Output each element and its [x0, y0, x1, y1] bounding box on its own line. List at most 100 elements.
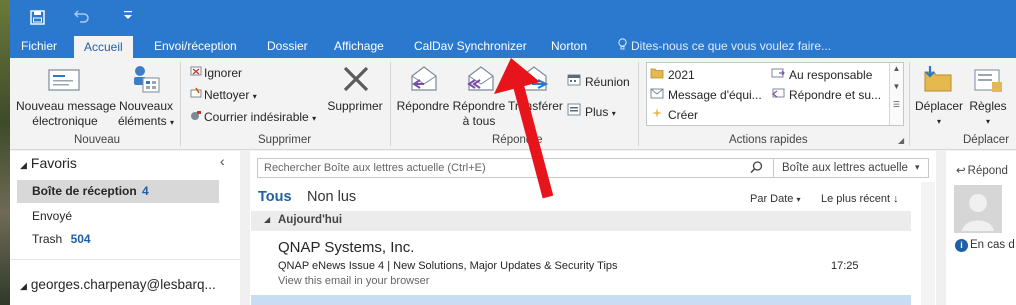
save-icon[interactable]: [30, 10, 45, 27]
quick-step-create-label: Créer: [668, 108, 699, 122]
search-icon[interactable]: [750, 161, 763, 177]
move-button[interactable]: Déplacer ▾: [914, 99, 964, 129]
filter-unread[interactable]: Non lus: [307, 189, 356, 205]
search-scope-dropdown[interactable]: Boîte aux lettres actuelle: [782, 162, 908, 174]
tab-dossier[interactable]: Dossier: [267, 38, 308, 58]
new-email-icon: [47, 66, 81, 97]
account-header[interactable]: ◢ georges.charpenay@lesbarq...: [20, 277, 216, 292]
email-time: 17:25: [831, 260, 859, 272]
title-bar: [10, 0, 1016, 34]
search-box[interactable]: Rechercher Boîte aux lettres actuelle (C…: [257, 158, 929, 178]
account-label: georges.charpenay@lesbarq...: [30, 277, 216, 292]
folder-sent[interactable]: Envoyé: [32, 209, 72, 223]
reading-reply-label: Répond: [967, 165, 1008, 177]
dialog-launcher-icon[interactable]: ◢: [898, 136, 904, 145]
group-header-today[interactable]: ◢ Aujourd'hui: [251, 211, 911, 231]
delete-icon: [341, 64, 371, 97]
collapse-caret-icon: ◢: [20, 160, 27, 170]
undo-icon[interactable]: [73, 9, 90, 25]
quick-step-2021[interactable]: 2021: [650, 67, 695, 83]
filter-all[interactable]: Tous: [258, 189, 292, 205]
meeting-label: Réunion: [585, 75, 630, 89]
tab-fichier[interactable]: Fichier: [21, 38, 57, 58]
tab-envoi-reception[interactable]: Envoi/réception: [154, 38, 237, 58]
annotation-arrow-icon: [494, 58, 554, 199]
new-email-button[interactable]: Nouveau message électronique: [16, 99, 117, 129]
chevron-down-icon: ▾: [796, 195, 801, 204]
ignore-button[interactable]: Ignorer: [190, 65, 242, 81]
group-header-today-label: Aujourd'hui: [278, 214, 343, 226]
favorites-header[interactable]: ◢ Favoris: [20, 155, 77, 171]
sort-by-dropdown[interactable]: Par Date ▾: [750, 193, 801, 205]
customize-qat-icon[interactable]: [124, 10, 132, 25]
email-sender: QNAP Systems, Inc.: [278, 239, 415, 256]
new-items-icon: [131, 64, 161, 99]
group-separator: [909, 62, 910, 146]
email-preview: View this email in your browser: [278, 275, 430, 287]
sort-by-label: Par Date: [750, 193, 794, 205]
reading-pane: ↩ Répond i En cas d: [946, 151, 1016, 305]
reply-delete-icon: [771, 87, 789, 103]
junk-label: Courrier indésirable: [204, 110, 309, 124]
folder-pane: ◢ Favoris ‹ Boîte de réception 4 Envoyé T…: [10, 151, 240, 305]
avatar: [954, 185, 1002, 233]
dropdown-caret-icon: ▾: [611, 109, 616, 118]
folder-inbox-label: Boîte de réception: [32, 184, 137, 198]
gallery-more-icon[interactable]: ☰: [890, 99, 903, 111]
trash-unread-count: 504: [70, 232, 91, 246]
list-scrollbar[interactable]: [921, 182, 935, 305]
pane-splitter[interactable]: [936, 151, 946, 305]
forward-email-icon: [771, 67, 789, 83]
search-divider: [773, 159, 774, 177]
reply-button[interactable]: Répondre: [396, 99, 450, 114]
scroll-down-icon[interactable]: ▼: [890, 81, 903, 93]
dropdown-caret-icon: ▾: [312, 114, 317, 123]
clean-up-button[interactable]: Nettoyer ▾: [190, 87, 257, 104]
quick-step-reply-delete-label: Répondre et su...: [789, 88, 882, 102]
group-label-supprimer: Supprimer: [258, 134, 312, 146]
group-separator: [638, 62, 639, 146]
arrow-down-icon: ↓: [893, 193, 899, 205]
delete-button[interactable]: Supprimer: [326, 99, 384, 114]
tell-me-text: Dites-nous ce que vous voulez faire...: [631, 39, 832, 53]
chevron-down-icon[interactable]: ▾: [915, 162, 920, 173]
quick-steps-scroll[interactable]: ▲ ▼ ☰: [889, 63, 903, 125]
quick-step-reply-delete[interactable]: Répondre et su...: [771, 87, 881, 103]
list-item-selected[interactable]: [251, 295, 911, 305]
info-icon: i: [955, 239, 968, 252]
folder-trash[interactable]: Trash 504: [32, 232, 91, 246]
sort-order-toggle[interactable]: Le plus récent ↓: [821, 193, 899, 205]
dropdown-caret-icon: ▾: [985, 117, 990, 126]
pane-splitter[interactable]: [240, 151, 250, 305]
tab-affichage[interactable]: Affichage: [334, 38, 384, 58]
quick-step-create[interactable]: Créer: [650, 107, 698, 123]
quick-step-team-message[interactable]: Message d'équi...: [650, 87, 762, 103]
email-subject: QNAP eNews Issue 4 | New Solutions, Majo…: [278, 260, 618, 272]
sparkle-icon: [650, 107, 668, 123]
new-items-label-1: Nouveaux: [118, 99, 174, 113]
junk-button[interactable]: Courrier indésirable ▾: [190, 109, 316, 126]
inbox-unread-count: 4: [142, 184, 149, 198]
tab-accueil[interactable]: Accueil: [74, 36, 133, 58]
scroll-up-icon[interactable]: ▲: [890, 63, 903, 75]
search-input[interactable]: Rechercher Boîte aux lettres actuelle (C…: [264, 162, 486, 174]
reading-reply-button[interactable]: ↩ Répond: [956, 163, 1008, 177]
favorites-label: Favoris: [30, 155, 77, 171]
move-folder-icon: [922, 64, 954, 97]
quick-step-to-manager[interactable]: Au responsable: [771, 67, 872, 83]
clean-up-label: Nettoyer: [204, 88, 250, 102]
list-item[interactable]: QNAP Systems, Inc. QNAP eNews Issue 4 | …: [251, 234, 911, 294]
new-items-button[interactable]: Nouveaux éléments ▾: [116, 99, 176, 130]
team-email-icon: [650, 87, 668, 103]
clean-up-icon: [190, 87, 204, 103]
tell-me-box[interactable]: Dites-nous ce que vous voulez faire...: [618, 38, 831, 58]
reply-icon: ↩: [956, 165, 966, 177]
more-label: Plus: [585, 105, 609, 119]
dropdown-caret-icon: ▾: [936, 117, 941, 126]
collapse-pane-icon[interactable]: ‹: [220, 153, 225, 169]
group-label-actions-rapides: Actions rapides: [729, 134, 808, 146]
new-email-label-1: Nouveau message: [16, 99, 117, 113]
folder-inbox[interactable]: Boîte de réception 4: [17, 180, 219, 203]
lightbulb-icon: [618, 38, 627, 54]
rules-button[interactable]: Règles ▾: [968, 99, 1008, 129]
